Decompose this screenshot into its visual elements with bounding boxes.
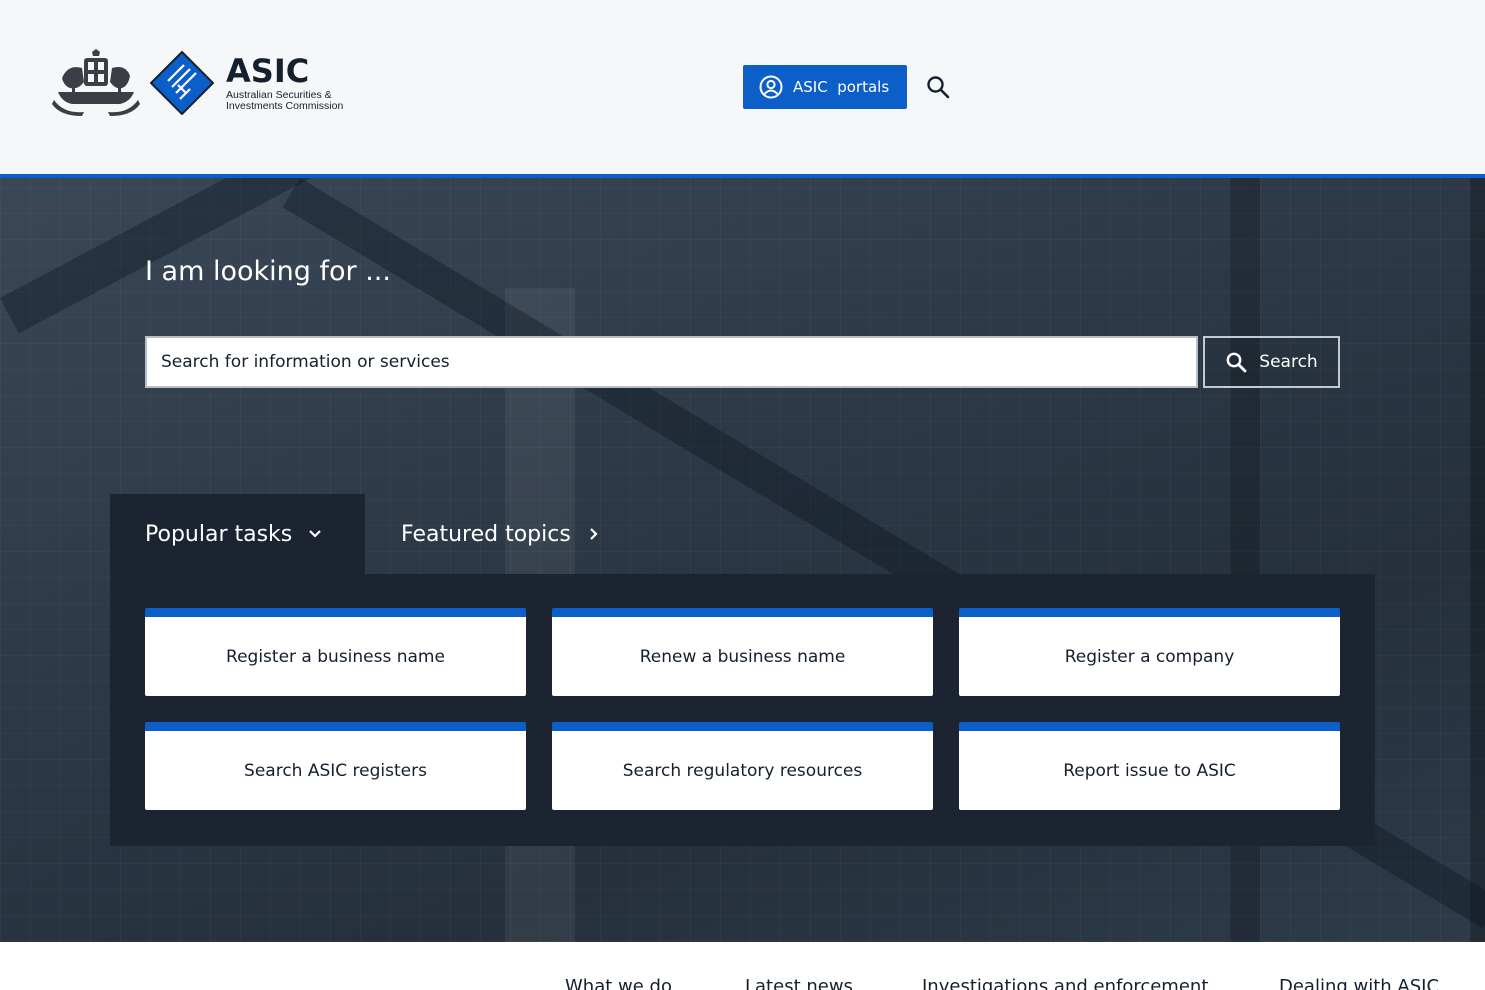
asic-portals-button[interactable]: ASIC portals (743, 65, 907, 109)
task-card-report-issue[interactable]: Report issue to ASIC (959, 722, 1340, 810)
hero-section: I am looking for ... Search Popular task… (0, 178, 1485, 942)
user-circle-icon (759, 75, 783, 99)
tab-popular-tasks[interactable]: Popular tasks (110, 494, 365, 574)
hero-title: I am looking for ... (145, 256, 391, 287)
asic-logo[interactable]: ASIC Australian Securities & Investments… (52, 48, 346, 118)
search-icon[interactable] (925, 74, 951, 100)
popular-tasks-panel: Register a business name Renew a busines… (110, 574, 1375, 846)
search-input[interactable] (145, 336, 1198, 388)
task-card-search-registers[interactable]: Search ASIC registers (145, 722, 526, 810)
search-icon (1226, 352, 1247, 373)
search-button-label: Search (1259, 352, 1318, 372)
task-card-register-company[interactable]: Register a company (959, 608, 1340, 696)
nav-link-what-we-do[interactable]: What we do (565, 976, 672, 990)
nav-link-dealing-with-asic[interactable]: Dealing with ASIC (1279, 976, 1439, 990)
main-nav: What we do Latest news Investigations an… (0, 942, 1485, 990)
portals-label: ASIC portals (793, 78, 890, 96)
nav-link-latest-news[interactable]: Latest news (745, 976, 853, 990)
asic-diamond-icon (150, 51, 214, 115)
tab-featured-topics[interactable]: Featured topics (365, 494, 603, 574)
task-card-register-business-name[interactable]: Register a business name (145, 608, 526, 696)
brand-subtitle: Australian Securities & Investments Comm… (226, 88, 344, 112)
tab-label: Popular tasks (145, 521, 293, 547)
site-header: ASIC Australian Securities & Investments… (0, 0, 1485, 178)
task-card-renew-business-name[interactable]: Renew a business name (552, 608, 933, 696)
nav-link-investigations[interactable]: Investigations and enforcement (922, 976, 1208, 990)
tab-label: Featured topics (401, 521, 571, 547)
coat-of-arms-icon (52, 49, 140, 116)
brand-text: ASIC Australian Securities & Investments… (226, 55, 346, 112)
brand-name: ASIC (226, 51, 310, 90)
chevron-down-icon (309, 530, 322, 538)
search-button[interactable]: Search (1203, 336, 1340, 388)
chevron-right-icon (590, 528, 598, 540)
task-card-search-regulatory-resources[interactable]: Search regulatory resources (552, 722, 933, 810)
